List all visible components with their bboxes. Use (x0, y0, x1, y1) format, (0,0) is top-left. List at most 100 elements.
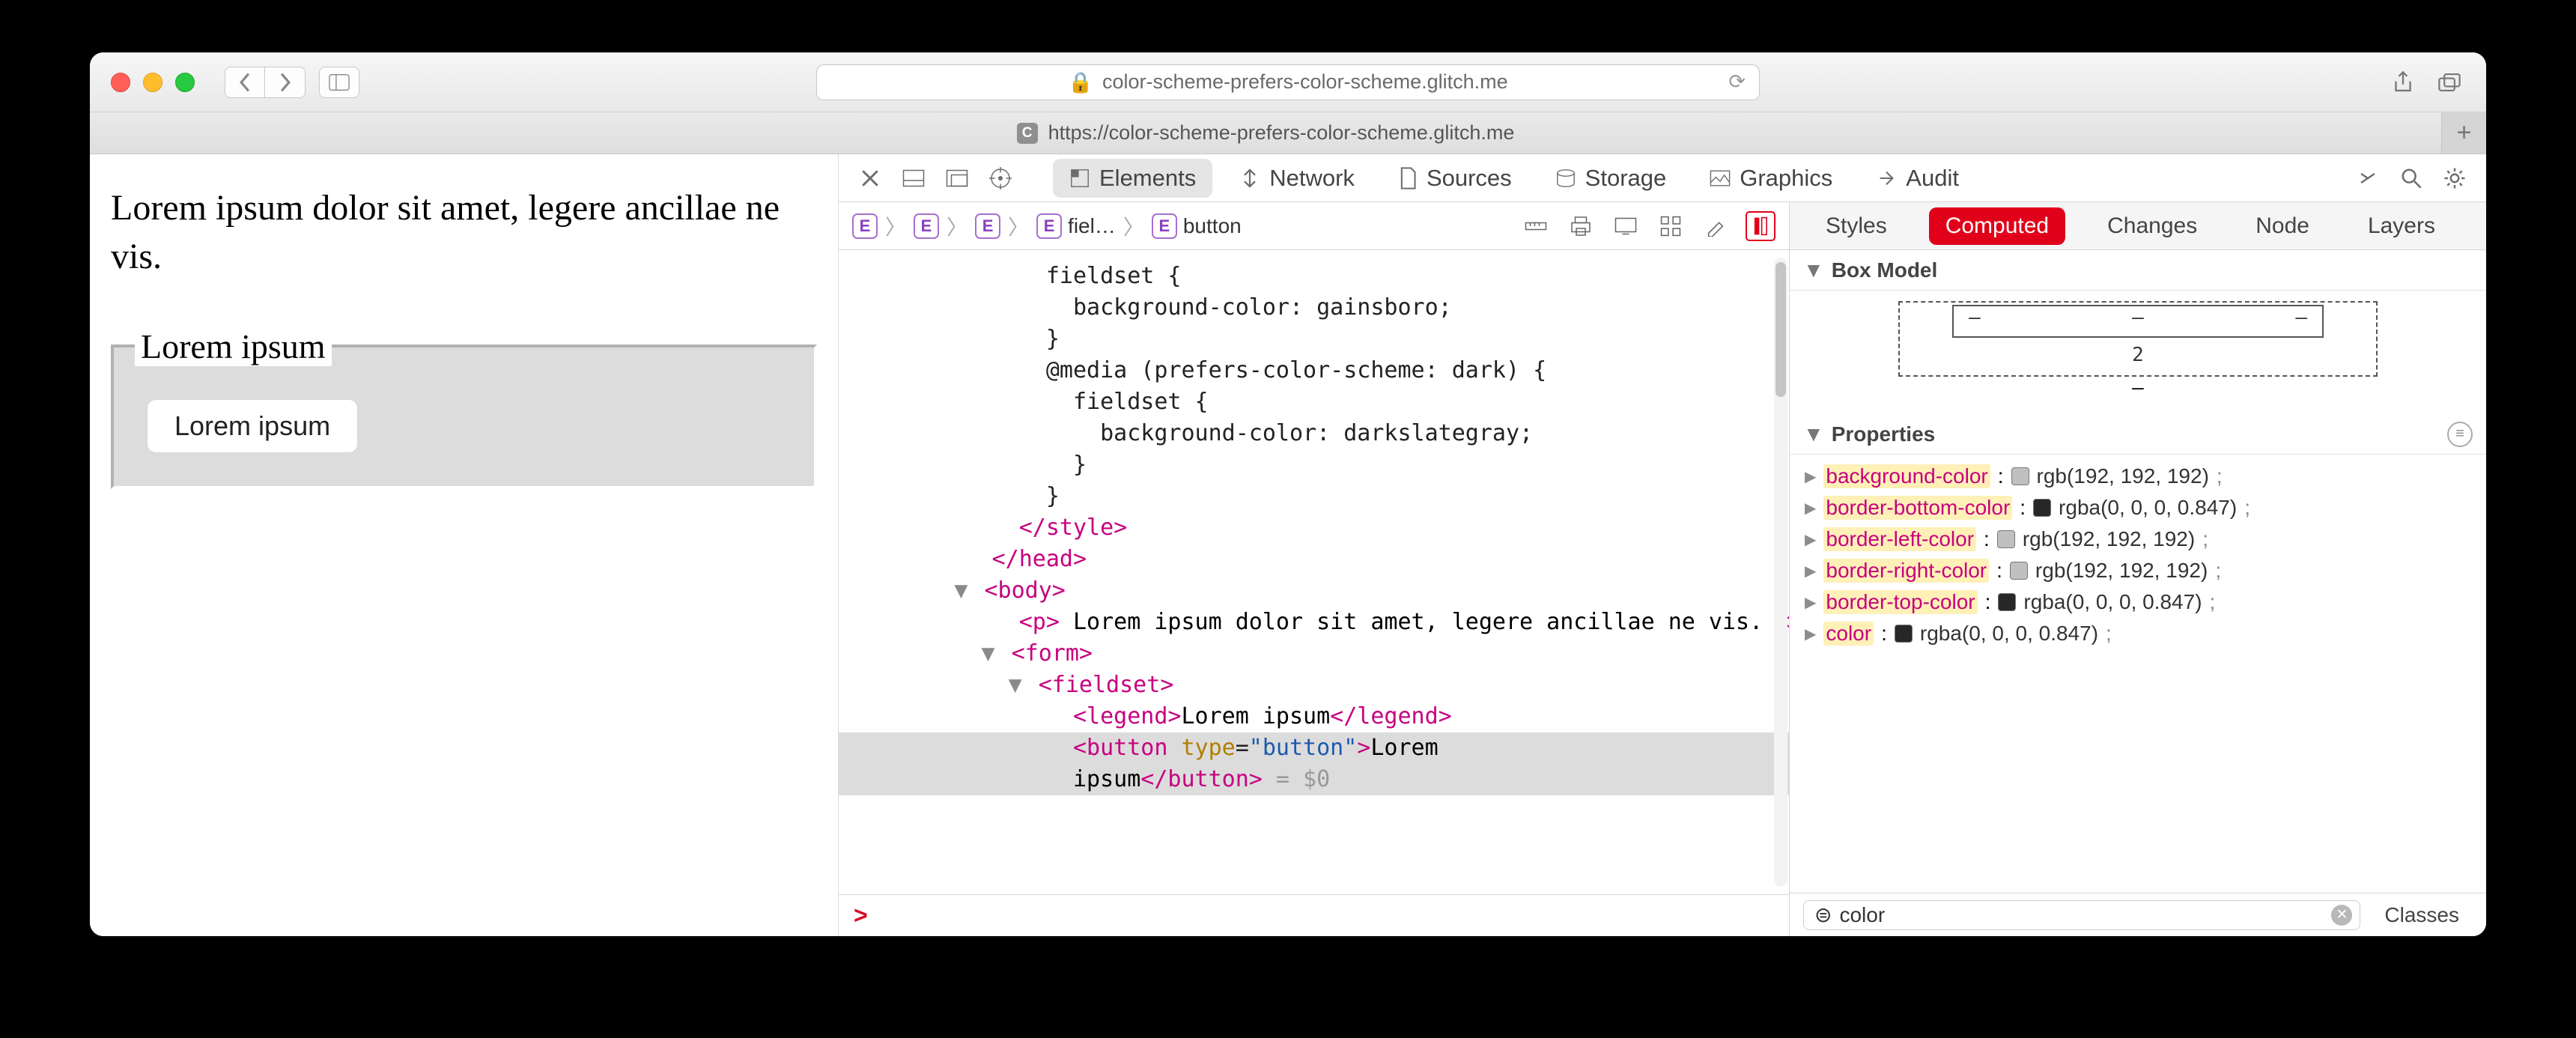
properties-list: ▶background-color: rgb(192, 192, 192);▶b… (1790, 455, 2486, 657)
code-line: } (839, 481, 1789, 512)
forward-button[interactable] (265, 67, 306, 98)
properties-gear-icon[interactable]: ≡ (2447, 422, 2473, 447)
devtools: Elements Network Sources Storage Graphic… (839, 154, 2486, 936)
filter-input[interactable]: ⊜ color ✕ (1803, 900, 2360, 930)
properties-header[interactable]: ▼Properties≡ (1790, 414, 2486, 455)
zoom-window-button[interactable] (175, 73, 195, 92)
selected-code-line: ipsum</button> = $0 (839, 764, 1789, 795)
settings-gear-icon[interactable] (2438, 162, 2471, 195)
page-button[interactable]: Lorem ipsum (147, 399, 358, 453)
tab-node[interactable]: Node (2239, 207, 2326, 245)
code-line: @media (prefers-color-scheme: dark) { (839, 355, 1789, 386)
code-line: background-color: gainsboro; (839, 292, 1789, 324)
property-row[interactable]: ▶color: rgba(0, 0, 0, 0.847); (1805, 618, 2471, 649)
tab-layers[interactable]: Layers (2351, 207, 2452, 245)
property-row[interactable]: ▶border-bottom-color: rgba(0, 0, 0, 0.84… (1805, 492, 2471, 523)
classes-button[interactable]: Classes (2371, 897, 2473, 933)
breadcrumbs: E〉 E〉 E〉 Efiel…〉 Ebutton (839, 202, 1789, 250)
tab-styles[interactable]: Styles (1809, 207, 1904, 245)
overflow-icon[interactable] (2351, 162, 2384, 195)
styles-sidebar: Styles Computed Changes Node Layers ▼Box… (1790, 202, 2486, 936)
device-icon[interactable] (1611, 211, 1641, 241)
code-line: fieldset { (839, 261, 1789, 292)
console-prompt[interactable]: > (839, 894, 1789, 936)
filter-value: color (1839, 903, 1885, 927)
sidebar-toggle-button[interactable] (319, 67, 359, 98)
property-row[interactable]: ▶border-right-color: rgb(192, 192, 192); (1805, 555, 2471, 586)
code-line: } (839, 449, 1789, 481)
crumb-4[interactable]: Ebutton (1152, 213, 1242, 239)
page-fieldset: Lorem ipsum Lorem ipsum (111, 327, 817, 489)
tab-audit-label: Audit (1906, 165, 1959, 192)
window-controls (111, 73, 195, 92)
tab-title: https://color-scheme-prefers-color-schem… (1048, 121, 1515, 145)
crumb-3[interactable]: Efiel… (1036, 213, 1116, 239)
tab-computed[interactable]: Computed (1929, 207, 2065, 245)
code-line: <p> Lorem ipsum dolor sit amet, legere a… (839, 607, 1789, 638)
code-line: ▼ <body> (839, 575, 1789, 607)
crumb-2[interactable]: E (975, 213, 1000, 239)
property-row[interactable]: ▶border-top-color: rgba(0, 0, 0, 0.847); (1805, 586, 2471, 618)
tab-audit[interactable]: Audit (1859, 159, 1975, 198)
close-window-button[interactable] (111, 73, 130, 92)
lock-icon: 🔒 (1068, 70, 1093, 94)
scrollbar[interactable] (1774, 258, 1787, 887)
search-icon[interactable] (2395, 162, 2428, 195)
browser-window: 🔒 color-scheme-prefers-color-scheme.glit… (90, 52, 2486, 936)
fieldset-legend: Lorem ipsum (135, 327, 332, 366)
minimize-window-button[interactable] (143, 73, 162, 92)
title-bar: 🔒 color-scheme-prefers-color-scheme.glit… (90, 52, 2486, 112)
box-model-header[interactable]: ▼Box Model (1790, 250, 2486, 291)
devtools-toolbar: Elements Network Sources Storage Graphic… (839, 154, 2486, 202)
compositing-icon[interactable] (1746, 211, 1775, 241)
tab-storage[interactable]: Storage (1539, 159, 1683, 198)
property-row[interactable]: ▶border-left-color: rgb(192, 192, 192); (1805, 523, 2471, 555)
styles-tabs: Styles Computed Changes Node Layers (1790, 202, 2486, 250)
content-area: Lorem ipsum dolor sit amet, legere ancil… (90, 154, 2486, 936)
url-bar[interactable]: 🔒 color-scheme-prefers-color-scheme.glit… (816, 64, 1760, 100)
selected-code-line: <button type="button">Lorem (839, 732, 1789, 764)
clear-filter-button[interactable]: ✕ (2331, 905, 2352, 926)
code-line: fieldset { (839, 386, 1789, 418)
back-button[interactable] (225, 67, 265, 98)
dock-bottom-icon[interactable] (897, 162, 930, 195)
tab-network-label: Network (1269, 165, 1355, 192)
paint-icon[interactable] (1701, 211, 1731, 241)
ruler-icon[interactable] (1521, 211, 1551, 241)
tab-graphics[interactable]: Graphics (1693, 159, 1849, 198)
tab-sources[interactable]: Sources (1382, 159, 1528, 198)
new-tab-button[interactable]: + (2441, 112, 2486, 154)
tab-changes[interactable]: Changes (2091, 207, 2214, 245)
print-icon[interactable] (1566, 211, 1596, 241)
code-line: background-color: darkslategray; (839, 418, 1789, 449)
tab-elements-label: Elements (1099, 165, 1196, 192)
code-line: ▼ <form> (839, 638, 1789, 670)
tab-sources-label: Sources (1427, 165, 1512, 192)
dom-tree[interactable]: fieldset { background-color: gainsboro; … (839, 250, 1789, 894)
elements-panel: E〉 E〉 E〉 Efiel…〉 Ebutton (839, 202, 1790, 936)
url-text: color-scheme-prefers-color-scheme.glitch… (1102, 70, 1508, 94)
crumb-0[interactable]: E (852, 213, 878, 239)
web-page: Lorem ipsum dolor sit amet, legere ancil… (90, 154, 839, 936)
tab-elements[interactable]: Elements (1053, 159, 1212, 198)
share-button[interactable] (2387, 67, 2419, 98)
page-paragraph: Lorem ipsum dolor sit amet, legere ancil… (111, 184, 817, 282)
tab-network[interactable]: Network (1223, 159, 1371, 198)
reload-button[interactable]: ⟳ (1728, 70, 1746, 94)
nav-buttons (225, 67, 306, 98)
tab-graphics-label: Graphics (1740, 165, 1832, 192)
code-line: } (839, 324, 1789, 355)
browser-tab[interactable]: C https://color-scheme-prefers-color-sch… (90, 112, 2441, 154)
dock-side-icon[interactable] (941, 162, 973, 195)
favicon: C (1017, 123, 1038, 144)
grid-icon[interactable] (1656, 211, 1686, 241)
tab-bar: C https://color-scheme-prefers-color-sch… (90, 112, 2486, 154)
box-model-value: 2 (2132, 344, 2144, 366)
box-model-dash: – (2132, 377, 2144, 399)
close-devtools-button[interactable] (854, 162, 887, 195)
tab-storage-label: Storage (1585, 165, 1667, 192)
property-row[interactable]: ▶background-color: rgb(192, 192, 192); (1805, 461, 2471, 492)
tabs-button[interactable] (2434, 67, 2465, 98)
inspect-element-button[interactable] (984, 162, 1017, 195)
crumb-1[interactable]: E (914, 213, 939, 239)
